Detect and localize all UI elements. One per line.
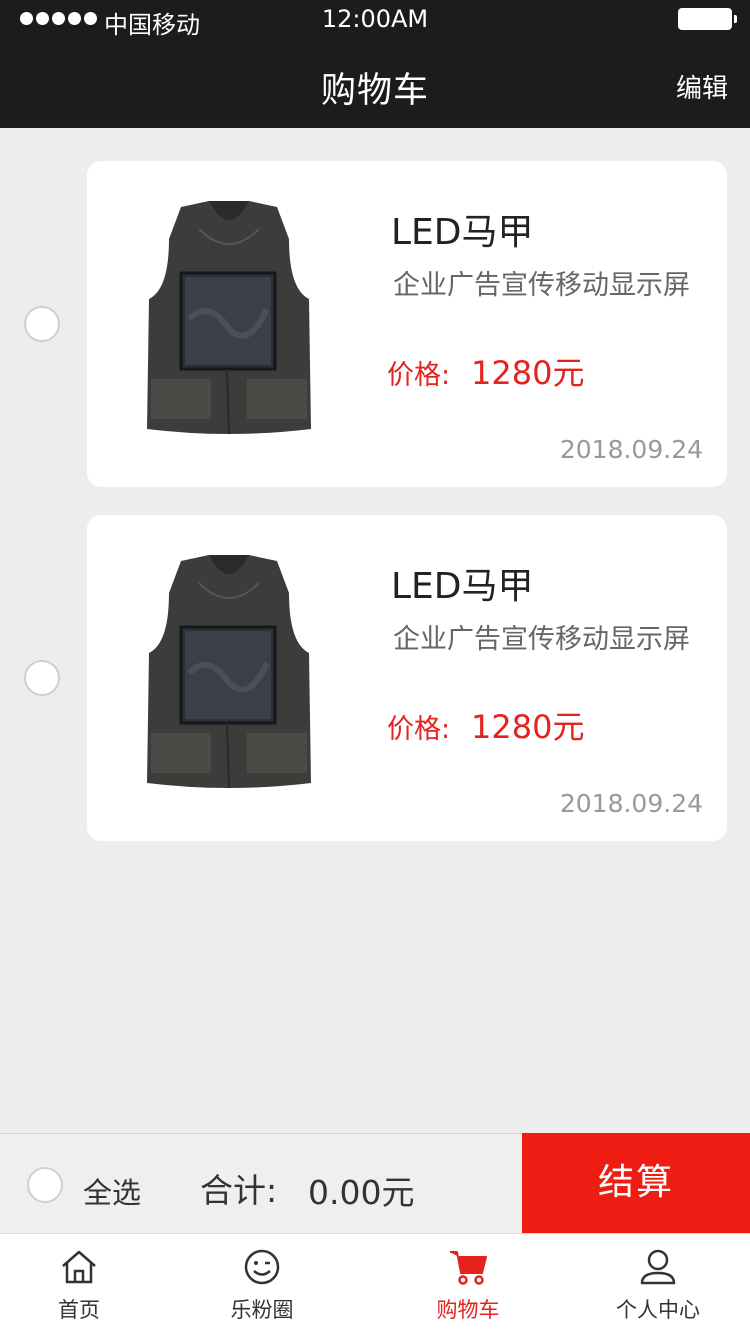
bottom-tab-bar: 首页 乐粉圈 购物车 个人中心 (0, 1233, 750, 1334)
tab-label: 首页 (58, 1298, 100, 1322)
product-image (147, 555, 311, 789)
total-value: 0.00元 (308, 1173, 415, 1212)
tab-profile[interactable]: 个人中心 (598, 1234, 718, 1334)
cart-item: LED马甲 企业广告宣传移动显示屏 价格: 1280元 2018.09.24 (0, 161, 750, 487)
price-label: 价格: (387, 360, 451, 391)
total-label: 合计: (200, 1171, 278, 1210)
top-header: 中国移动 12:00AM 购物车 编辑 (0, 0, 750, 128)
checkout-bar: 全选 合计: 0.00元 结算 (0, 1133, 750, 1234)
product-description: 企业广告宣传移动显示屏 (393, 270, 690, 301)
status-time: 12:00AM (321, 5, 429, 33)
tab-label: 个人中心 (616, 1298, 700, 1322)
edit-button[interactable]: 编辑 (676, 68, 728, 105)
cart-item: LED马甲 企业广告宣传移动显示屏 价格: 1280元 2018.09.24 (0, 515, 750, 841)
battery-icon (678, 8, 737, 30)
product-date: 2018.09.24 (559, 435, 703, 464)
page-title: 购物车 (320, 71, 429, 111)
select-all-radio[interactable] (27, 1167, 63, 1203)
select-all-label[interactable]: 全选 (83, 1170, 141, 1212)
smiley-icon (244, 1249, 280, 1285)
price-label: 价格: (387, 714, 451, 745)
product-date: 2018.09.24 (559, 789, 703, 818)
tab-label: 购物车 (436, 1298, 500, 1322)
product-card[interactable]: LED马甲 企业广告宣传移动显示屏 价格: 1280元 2018.09.24 (87, 161, 727, 487)
product-name: LED马甲 (391, 212, 534, 253)
product-card[interactable]: LED马甲 企业广告宣传移动显示屏 价格: 1280元 2018.09.24 (87, 515, 727, 841)
cart-icon (450, 1251, 487, 1285)
tab-fan-circle[interactable]: 乐粉圈 (202, 1234, 322, 1334)
checkout-button[interactable]: 结算 (522, 1133, 750, 1234)
price-value: 1280元 (471, 708, 585, 746)
person-icon (640, 1249, 676, 1285)
home-icon (62, 1250, 96, 1284)
product-name: LED马甲 (391, 566, 534, 607)
product-image (147, 201, 311, 435)
status-bar: 中国移动 12:00AM (0, 0, 750, 40)
tab-home[interactable]: 首页 (20, 1234, 138, 1334)
product-description: 企业广告宣传移动显示屏 (393, 624, 690, 655)
item-select-radio[interactable] (24, 660, 60, 696)
tab-cart[interactable]: 购物车 (408, 1234, 528, 1334)
tab-label: 乐粉圈 (230, 1298, 294, 1322)
item-select-radio[interactable] (24, 306, 60, 342)
price-value: 1280元 (471, 354, 585, 392)
